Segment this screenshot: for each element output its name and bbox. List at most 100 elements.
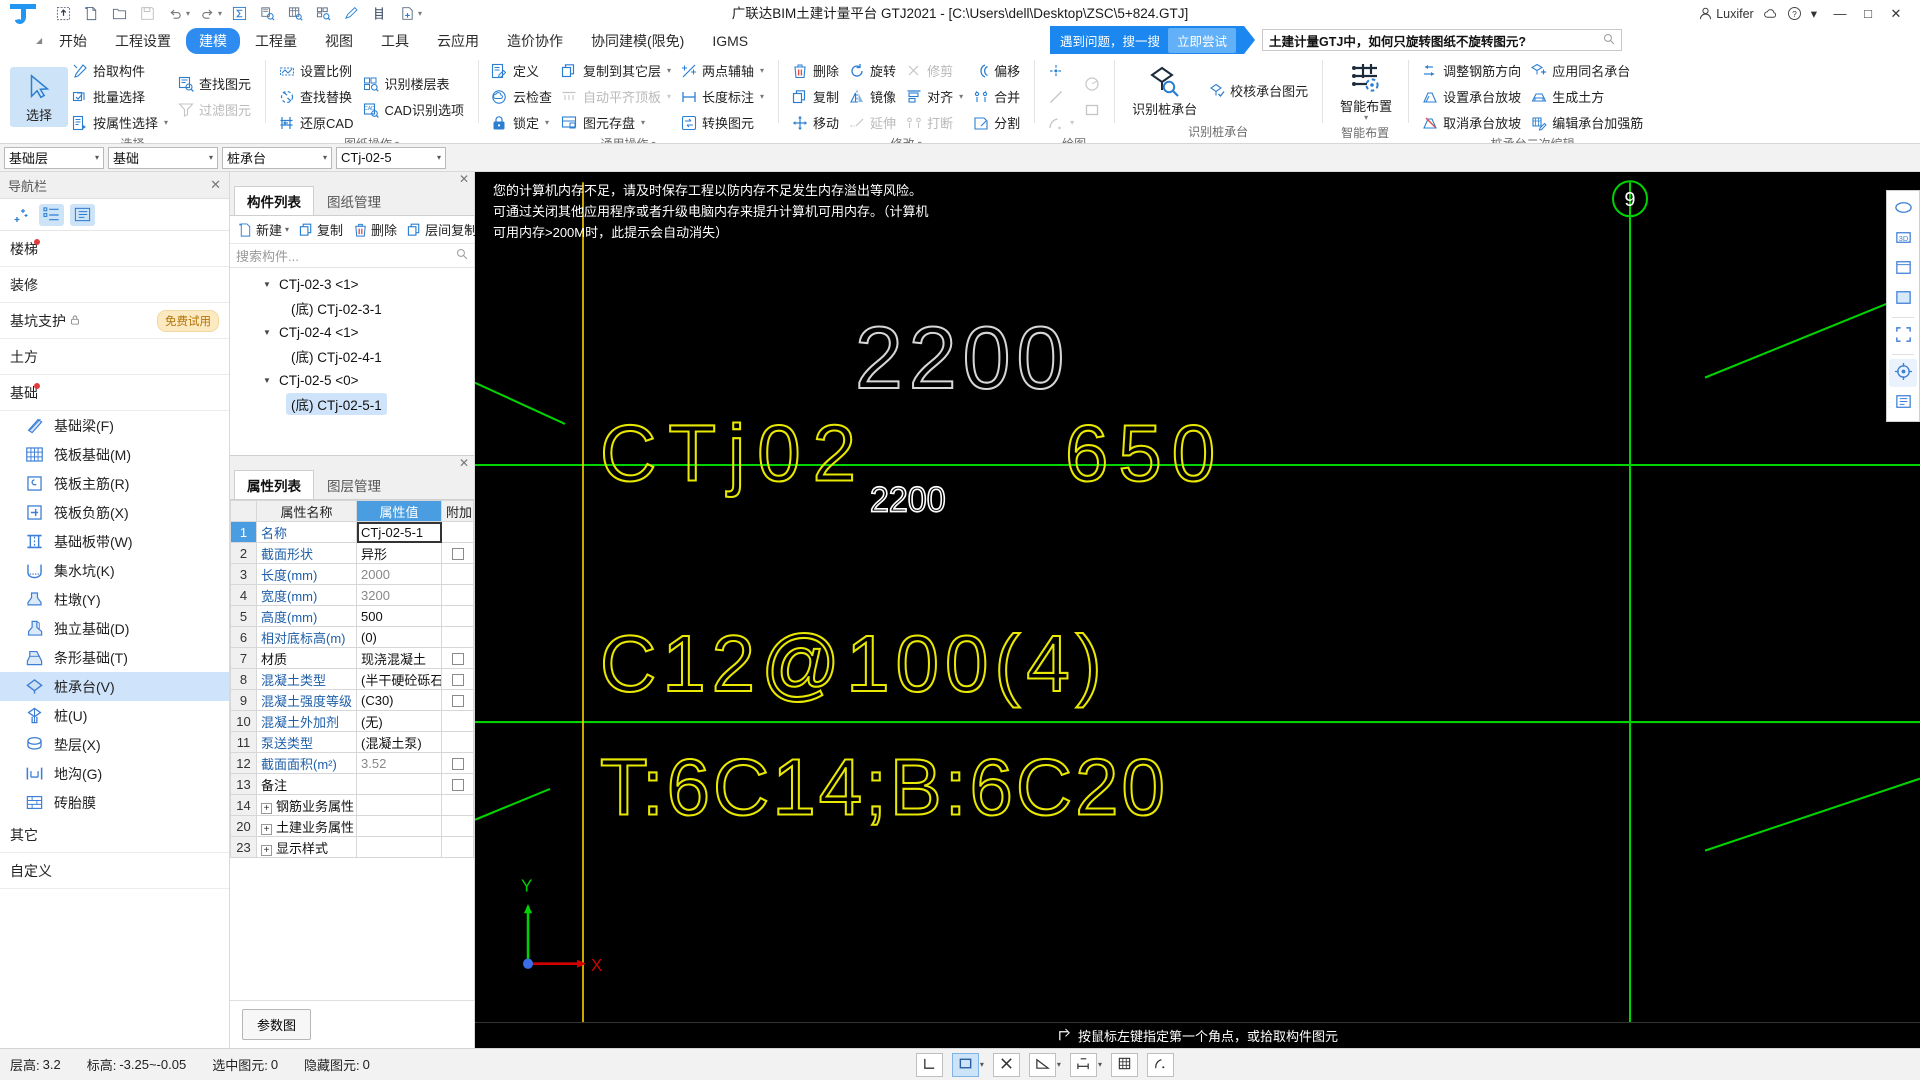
chevron-down-icon[interactable]: ▾ [760,92,764,101]
chevron-down-icon[interactable]: ▾ [1811,6,1817,21]
nav-category-楼梯[interactable]: 楼梯 [0,231,229,267]
ribbon-big-button-6[interactable]: 智能布置 ▾ [1332,58,1400,124]
ribbon-item-按属性选择[interactable]: 按属性选择 ▾ [68,110,174,135]
close-icon[interactable]: ✕ [210,177,221,193]
ribbon-item-校核承台图元[interactable]: 校核承台图元 [1205,78,1314,103]
chevron-down-icon[interactable]: ▾ [651,139,655,143]
menu-expander-icon[interactable]: ◢ [36,36,42,45]
property-row-value[interactable]: 3.52 [356,752,442,774]
ribbon-item-CAD识别选项[interactable]: CAD CAD识别选项 [360,97,470,122]
menu-item-9[interactable]: IGMS [699,30,761,52]
redo-caret-icon[interactable]: ▾ [218,9,222,18]
chevron-down-icon[interactable]: ▾ [323,153,327,162]
property-row-value[interactable]: 2000 [356,563,442,585]
new-file-icon[interactable] [78,2,104,26]
ribbon-item-批量选择[interactable]: 批量选择 [68,84,174,109]
property-row[interactable]: 7 材质 现浇混凝土 [230,647,474,669]
ribbon-item-查找图元[interactable]: 查找图元 [174,71,257,96]
ribbon-item-旋转[interactable]: 旋转 [845,58,902,83]
help-icon[interactable]: ? [1787,6,1802,21]
property-row[interactable]: 9 混凝土强度等级 (C30) [230,689,474,711]
nav-list-view-button[interactable] [39,203,64,226]
promo-try-button[interactable]: 立即尝试 [1168,27,1237,53]
component-新建-button[interactable]: 新建 ▾ [234,218,293,241]
ribbon-item-拾取构件[interactable]: 拾取构件 [68,58,174,83]
undo-caret-icon[interactable]: ▾ [186,9,190,18]
ribbon-item-云检查[interactable]: 云检查 [488,84,558,109]
checkbox[interactable] [451,779,464,792]
tree-node-2[interactable]: ▼ CTj-02-4 <1> [230,320,474,344]
chevron-down-icon[interactable]: ▾ [1098,1060,1102,1069]
ribbon-item-删除[interactable]: 删除 [788,58,845,83]
redo-icon[interactable] [194,2,220,26]
property-tab-0[interactable]: 属性列表 [234,470,314,499]
tree-node-5[interactable]: (底) CTj-02-5-1 [230,392,474,416]
search-icon[interactable] [1603,33,1615,48]
dock-top-view[interactable] [1889,285,1917,313]
ribbon-item-识别楼层表[interactable]: 识别楼层表 [360,71,470,96]
property-row-checkb[interactable] [441,647,474,669]
chevron-down-icon[interactable]: ▾ [641,118,645,127]
ribbon-item-设置承台放坡[interactable]: 设置承台放坡 [1418,84,1527,109]
ribbon-item-两点辅轴[interactable]: 两点辅轴 ▾ [677,58,770,83]
save-icon[interactable] [134,2,160,26]
property-row-checkb[interactable] [441,668,474,690]
ribbon-item-分割[interactable]: 分割 [969,110,1026,135]
property-row-value[interactable] [356,794,442,816]
property-row-value[interactable]: 异形 [356,542,442,564]
component-tab-0[interactable]: 构件列表 [234,186,314,215]
nav-category-土方[interactable]: 土方 [0,339,229,375]
minimize-button[interactable]: — [1826,0,1854,27]
property-row-value[interactable]: (混凝土泵) [356,731,442,753]
property-row[interactable]: 5 高度(mm) 500 [230,605,474,627]
edit-icon[interactable] [338,2,364,26]
ribbon-big-button-0[interactable]: 选择 [10,66,68,127]
dock-target-view[interactable] [1889,359,1917,387]
status-grid-button[interactable] [1110,1052,1138,1077]
chevron-down-icon[interactable]: ▾ [980,1060,984,1069]
chevron-down-icon[interactable]: ▾ [918,139,922,143]
property-row-value[interactable]: 500 [356,605,442,627]
status-angle-button[interactable] [1028,1052,1056,1077]
dock-dynamic-view[interactable] [1889,195,1917,223]
chevron-down-icon[interactable]: ▾ [164,118,168,127]
status-arc-button[interactable] [1146,1052,1174,1077]
nav-category-自定义[interactable]: 自定义 [0,853,229,889]
ribbon-big-button-5[interactable]: 识别桩承台 [1124,61,1205,121]
menu-item-3[interactable]: 工程量 [242,28,310,54]
ribbon-item-point-icon[interactable] [1044,58,1080,83]
trial-badge[interactable]: 免费试用 [157,309,219,332]
cad-canvas[interactable]: 9 2200 CTj02 650 2200 C12@100(4) T:6C14;… [475,172,1920,1048]
open-folder-icon[interactable] [106,2,132,26]
component-tab-1[interactable]: 图纸管理 [314,186,394,215]
ladder-icon[interactable] [366,2,392,26]
ribbon-item-复制到其它层[interactable]: 复制到其它层 ▾ [558,58,677,83]
ribbon-item-对齐[interactable]: 对齐 ▾ [902,84,969,109]
status-snap-button[interactable] [951,1052,979,1077]
status-dim-button[interactable] [1069,1052,1097,1077]
property-row[interactable]: 20 + 土建业务属性 [230,815,474,837]
property-row-value[interactable]: CTj-02-5-1 [356,521,442,543]
tree-node-1[interactable]: (底) CTj-02-3-1 [230,296,474,320]
chevron-down-icon[interactable]: ▾ [760,66,764,75]
close-button[interactable]: ✕ [1882,0,1910,27]
property-row[interactable]: 23 + 显示样式 [230,836,474,858]
expand-triangle-icon[interactable]: ▼ [260,376,274,385]
ribbon-item-复制[interactable]: 复制 [788,84,845,109]
more-icon[interactable]: » [465,224,471,236]
ribbon-item-偏移[interactable]: 偏移 [969,58,1026,83]
ribbon-item-锁定[interactable]: 锁定 ▾ [488,110,558,135]
ribbon-item-图元存盘[interactable]: 图元存盘 ▾ [558,110,677,135]
property-row-checkb[interactable] [441,752,474,774]
chevron-down-icon[interactable]: ▾ [95,153,99,162]
category-select[interactable]: 基础 ▾ [108,146,218,169]
ribbon-item-取消承台放坡[interactable]: 取消承台放坡 [1418,110,1527,135]
element-type-select[interactable]: 桩承台 ▾ [222,146,332,169]
component-search-input[interactable]: 搜索构件... [230,244,474,268]
checkbox[interactable] [451,674,464,687]
dock-fit-view[interactable] [1889,322,1917,350]
chevron-down-icon[interactable]: ▾ [1364,114,1368,122]
expand-triangle-icon[interactable]: ▼ [260,328,274,337]
param-diagram-button[interactable]: 参数图 [242,1009,312,1040]
ribbon-item-移动[interactable]: 移动 [788,110,845,135]
